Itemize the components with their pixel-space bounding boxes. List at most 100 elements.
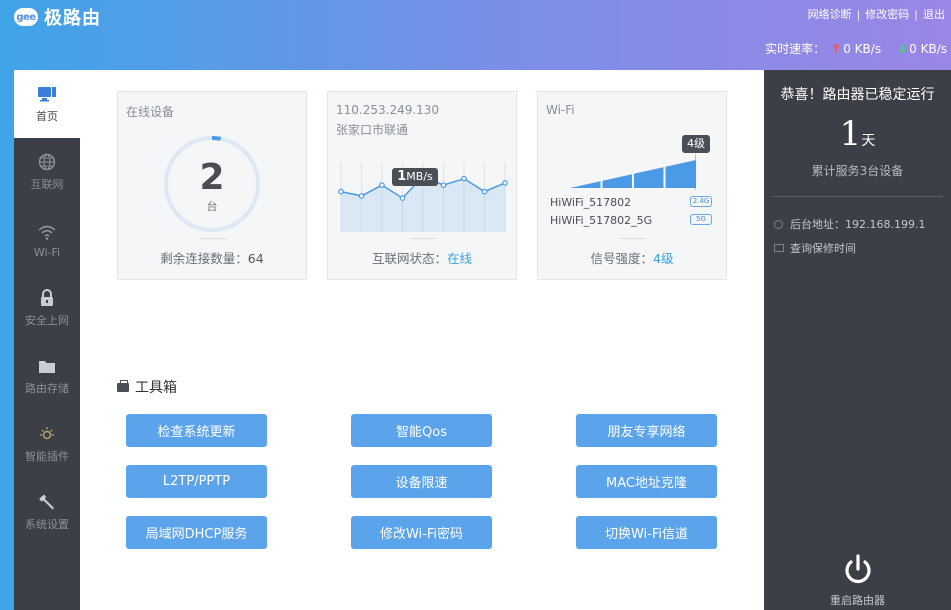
nav-item-storage[interactable]: 路由存储 [14, 342, 80, 410]
device-speed-limit-button[interactable]: 设备限速 [351, 465, 492, 498]
speed-unit: MB/s [406, 170, 433, 183]
speed-badge: 1MB/s [392, 168, 438, 186]
wrench-icon [36, 492, 58, 512]
card-footer: 信号强度：4级 [538, 248, 726, 267]
realtime-speed: 实时速率： ↑ 0 KB/s ↓ 0 KB/s [765, 40, 947, 57]
sparkline-point [481, 188, 488, 195]
smart-qos-button[interactable]: 智能Qos [351, 414, 492, 447]
folder-icon [36, 356, 58, 376]
sparkline-point [338, 188, 344, 195]
card-divider [410, 238, 436, 239]
internet-card[interactable]: 110.253.249.130 张家口市联通 1MB/s 互联网状态：在线 [327, 91, 517, 280]
check-update-button[interactable]: 检查系统更新 [126, 414, 267, 447]
network-diagnosis-link[interactable]: 网络诊断 [808, 6, 852, 22]
nav-item-label: Wi-Fi [33, 245, 61, 259]
nav-item-label: 系统设置 [25, 518, 69, 531]
card-divider [620, 238, 646, 239]
served-devices: 累计服务3台设备 [811, 164, 904, 178]
card-footer: 互联网状态：在线 [328, 248, 516, 267]
nav-item-wifi[interactable]: Wi-Fi [14, 206, 80, 274]
admin-address: 后台地址：192.168.199.1 [790, 218, 926, 231]
isp-name: 张家口市联通 [336, 123, 409, 137]
friend-network-button[interactable]: 朋友专享网络 [576, 414, 717, 447]
download-arrow-icon: ↓ [897, 41, 908, 56]
link-separator: | [914, 7, 918, 21]
admin-address-row: 后台地址：192.168.199.1 [774, 216, 925, 232]
internet-status-label: 互联网状态： [371, 251, 447, 266]
power-icon[interactable] [842, 554, 874, 588]
lock-icon [36, 288, 58, 308]
nav-item-label: 路由存储 [25, 382, 69, 395]
card-title: 在线设备 [126, 105, 175, 119]
remaining-connections-value: 64 [247, 251, 264, 266]
nav-item-home[interactable]: 首页 [14, 70, 80, 138]
upload-speed: 0 KB/s [843, 41, 882, 56]
nav-item-label: 智能插件 [25, 450, 69, 463]
change-password-link[interactable]: 修改密码 [865, 6, 909, 22]
nav-item-internet[interactable]: 互联网 [14, 138, 80, 206]
reboot-label[interactable]: 重启路由器 [764, 592, 951, 608]
online-device-count: 2 [199, 157, 225, 198]
logo-text: 极路由 [44, 8, 101, 29]
signal-strength-label: 信号强度： [590, 251, 654, 266]
toolbox-title: 工具箱 [135, 380, 177, 396]
wifi-card[interactable]: Wi-Fi 4级 HiWiFi_517802 2.4G HiWiFi_51780… [537, 91, 727, 280]
ssid-name: HiWiFi_517802 [550, 196, 632, 209]
sparkline-point [440, 182, 447, 188]
sparkline-point [461, 175, 467, 182]
sparkline-point [399, 195, 406, 201]
logo[interactable]: gee 极路由 [14, 6, 101, 29]
remaining-connections-label: 剩余连接数量： [160, 251, 248, 266]
top-links: 网络诊断 | 修改密码 | 退出 [808, 6, 945, 22]
status-panel: 恭喜！路由器已稳定运行 1天 累计服务3台设备 后台地址：192.168.199… [764, 70, 951, 610]
card-divider [200, 238, 226, 239]
sparkline-point [379, 182, 385, 188]
speed-value: 1 [397, 169, 407, 184]
status-title: 恭喜！路由器已稳定运行 [780, 87, 935, 103]
nav-item-plugins[interactable]: 智能插件 [14, 410, 80, 478]
change-wifi-password-button[interactable]: 修改Wi-Fi密码 [351, 516, 492, 549]
sparkline-point [502, 180, 508, 186]
signal-strength-value: 4级 [653, 251, 674, 266]
uptime-days: 1 [839, 114, 862, 154]
nav-item-security[interactable]: 安全上网 [14, 274, 80, 342]
sidebar-nav: 首页 互联网 Wi-Fi 安全上网 路由存储 智能插件 系统设置 [14, 70, 80, 610]
signal-strength-bars [570, 154, 696, 190]
logo-badge: gee [14, 8, 38, 26]
nav-item-label: 安全上网 [25, 314, 69, 327]
sun-icon [36, 424, 58, 444]
online-device-unit: 台 [206, 200, 218, 213]
link-separator: | [856, 7, 861, 21]
nav-item-label: 首页 [36, 110, 58, 123]
internet-status-value: 在线 [447, 251, 473, 266]
dhcp-service-button[interactable]: 局域网DHCP服务 [126, 516, 267, 549]
logout-link[interactable]: 退出 [923, 6, 945, 22]
mac-clone-button[interactable]: MAC地址克隆 [576, 465, 717, 498]
signal-level-badge: 4级 [682, 135, 710, 153]
card-footer: 剩余连接数量：64 [118, 248, 306, 267]
band-badge: 2.4G [690, 196, 712, 207]
card-title: Wi-Fi [546, 103, 575, 117]
panel-divider [772, 196, 943, 197]
toolbox-icon [117, 379, 129, 392]
online-devices-card[interactable]: 在线设备 2 台 剩余连接数量：64 [117, 91, 307, 280]
sparkline-point [358, 193, 365, 199]
warranty-link[interactable]: 查询保修时间 [774, 240, 856, 256]
l2tp-pptp-button[interactable]: L2TP/PPTP [126, 465, 267, 498]
uptime-unit: 天 [861, 133, 876, 149]
switch-wifi-channel-button[interactable]: 切换Wi-Fi信道 [576, 516, 717, 549]
main-content: 在线设备 2 台 剩余连接数量：64 110.253.249.130 张家口市联… [80, 70, 764, 610]
download-speed: 0 KB/s [909, 41, 947, 56]
wan-ip: 110.253.249.130 [336, 103, 440, 117]
speed-label: 实时速率： [765, 42, 826, 56]
globe-icon [36, 152, 58, 172]
calendar-icon [774, 244, 784, 252]
wifi-icon [36, 222, 58, 242]
nav-item-label: 互联网 [30, 178, 64, 191]
ssid-name: HiWiFi_517802_5G [550, 214, 653, 227]
address-icon [774, 219, 783, 229]
nav-item-settings[interactable]: 系统设置 [14, 478, 80, 546]
toolbox-heading: 工具箱 [117, 377, 177, 397]
uptime: 1天 [764, 114, 951, 154]
warranty-label: 查询保修时间 [790, 242, 856, 255]
